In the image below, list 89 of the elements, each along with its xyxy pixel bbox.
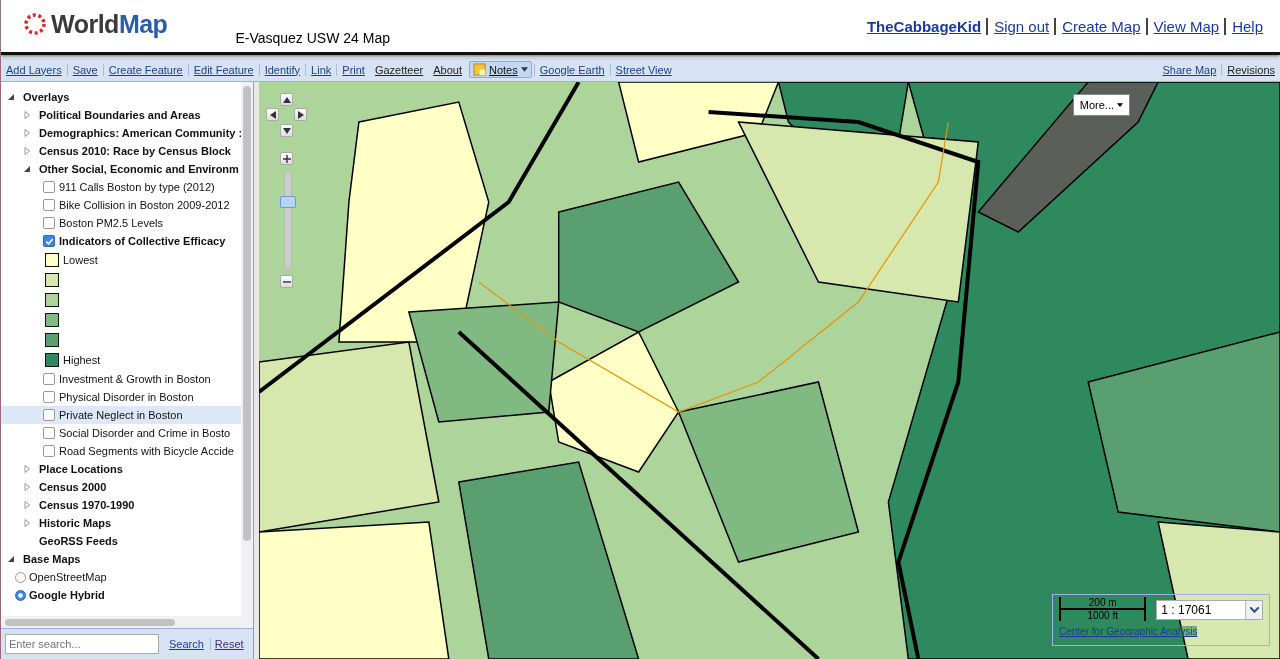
caret-icon <box>520 67 528 72</box>
header-link[interactable]: Create Map <box>1054 17 1146 35</box>
zoom-out-button[interactable] <box>280 275 293 288</box>
toolbar-link[interactable]: Gazetteer <box>369 63 429 76</box>
arrow-right-icon <box>297 110 304 119</box>
pan-up-button[interactable] <box>280 93 293 106</box>
scale-bar: 200 m 1000 ft <box>1059 597 1147 621</box>
tree-folder[interactable]: Census 2010: Race by Census Block <box>39 145 231 157</box>
search-field[interactable]: Enter search... <box>5 634 159 654</box>
checkbox[interactable] <box>43 373 55 385</box>
base-map-label[interactable]: OpenStreetMap <box>29 571 107 583</box>
expanded-arrow-icon[interactable] <box>23 165 31 173</box>
toolbar-link[interactable]: Share Map <box>1157 63 1222 76</box>
expanded-arrow-icon[interactable] <box>7 93 15 101</box>
tree-folder[interactable]: Political Boundaries and Areas <box>39 109 201 121</box>
collapsed-arrow-icon[interactable] <box>23 501 31 509</box>
checkbox[interactable] <box>43 199 55 211</box>
expanded-arrow-icon[interactable] <box>7 555 15 563</box>
header-link[interactable]: View Map <box>1145 17 1225 35</box>
toolbar-link[interactable]: Edit Feature <box>187 63 259 76</box>
note-icon <box>473 63 486 76</box>
checkbox[interactable] <box>43 217 55 229</box>
layer-label[interactable]: Bike Collision in Boston 2009-2012 <box>59 199 230 211</box>
arrow-left-icon <box>269 110 276 119</box>
notes-menu-button[interactable]: Notes <box>469 61 532 78</box>
collapsed-arrow-icon[interactable] <box>23 111 31 119</box>
dotted-ring-icon <box>23 12 47 36</box>
reset-link[interactable]: Reset <box>209 638 248 650</box>
layer-label[interactable]: Indicators of Collective Efficacy <box>59 235 226 247</box>
legend-label: Highest <box>63 354 101 366</box>
toolbar-link[interactable]: Street View <box>609 63 677 76</box>
search-link[interactable]: Search <box>165 638 208 650</box>
chevron-down-icon <box>1249 607 1259 613</box>
plus-icon <box>282 154 291 163</box>
username-link[interactable]: TheCabbageKid <box>861 17 987 35</box>
tree-folder[interactable]: Demographics: American Community : <box>39 127 241 139</box>
checkbox[interactable] <box>43 409 55 421</box>
toolbar-link[interactable]: Add Layers <box>1 63 67 76</box>
layer-label[interactable]: Investment & Growth in Boston <box>59 373 211 385</box>
tree-folder[interactable]: Historic Maps <box>39 517 112 529</box>
scale-select[interactable]: 1 : 17061 <box>1156 600 1263 620</box>
tree-folder[interactable]: Census 2000 <box>39 481 107 493</box>
checkbox[interactable] <box>43 427 55 439</box>
horizontal-scrollbar[interactable] <box>1 616 253 628</box>
toolbar-link[interactable]: Print <box>336 63 370 76</box>
collapsed-arrow-icon[interactable] <box>23 465 31 473</box>
arrow-down-icon <box>282 127 291 134</box>
logo[interactable]: WorldMap <box>23 9 168 39</box>
layer-label[interactable]: 911 Calls Boston by type (2012) <box>59 181 215 193</box>
pan-left-button[interactable] <box>266 108 279 121</box>
tree-folder[interactable]: Census 1970-1990 <box>39 499 135 511</box>
tree-folder[interactable]: Overlays <box>23 91 70 103</box>
arrow-up-icon <box>282 96 291 103</box>
header-link[interactable]: Sign out <box>986 17 1055 35</box>
layer-label[interactable]: Boston PM2.5 Levels <box>59 217 163 229</box>
pan-right-button[interactable] <box>294 108 307 121</box>
checkbox[interactable] <box>43 235 55 247</box>
toolbar-link[interactable]: About <box>428 63 467 76</box>
collapsed-arrow-icon[interactable] <box>23 129 31 137</box>
layer-label[interactable]: Social Disorder and Crime in Bosto <box>59 427 231 439</box>
checkbox[interactable] <box>43 445 55 457</box>
tree-folder[interactable]: Place Locations <box>39 463 123 475</box>
tree-folder[interactable]: Other Social, Economic and Environm <box>39 163 239 175</box>
layer-label[interactable]: Road Segments with Bicycle Accide <box>59 445 234 457</box>
pan-down-button[interactable] <box>280 124 293 137</box>
toolbar-link[interactable]: Google Earth <box>533 63 610 76</box>
tree-folder[interactable]: Base Maps <box>23 553 81 565</box>
radio-button[interactable] <box>15 589 26 601</box>
collapsed-arrow-icon[interactable] <box>23 483 31 491</box>
map-title: E-Vasquez USW 24 Map <box>235 30 390 46</box>
toolbar-link[interactable]: Identify <box>258 63 306 76</box>
toolbar-link[interactable]: Create Feature <box>102 63 188 76</box>
layer-label[interactable]: Physical Disorder in Boston <box>59 391 194 403</box>
caret-icon <box>1117 103 1123 107</box>
radio-button[interactable] <box>15 571 26 583</box>
base-map-label[interactable]: Google Hybrid <box>29 589 105 601</box>
toolbar-link[interactable]: Link <box>305 63 337 76</box>
zoom-in-button[interactable] <box>280 152 293 165</box>
vertical-scrollbar[interactable] <box>241 82 253 616</box>
collapsed-arrow-icon[interactable] <box>23 147 31 155</box>
more-button[interactable]: More... <box>1072 94 1130 116</box>
checkbox[interactable] <box>43 391 55 403</box>
legend-label: Lowest <box>63 254 98 266</box>
toolbar-link[interactable]: Revisions <box>1221 63 1280 76</box>
header-link[interactable]: Help <box>1224 17 1268 35</box>
checkbox[interactable] <box>43 181 55 193</box>
tree-folder[interactable]: GeoRSS Feeds <box>39 535 118 547</box>
toolbar-link[interactable]: Save <box>66 63 103 76</box>
collapsed-arrow-icon[interactable] <box>23 519 31 527</box>
